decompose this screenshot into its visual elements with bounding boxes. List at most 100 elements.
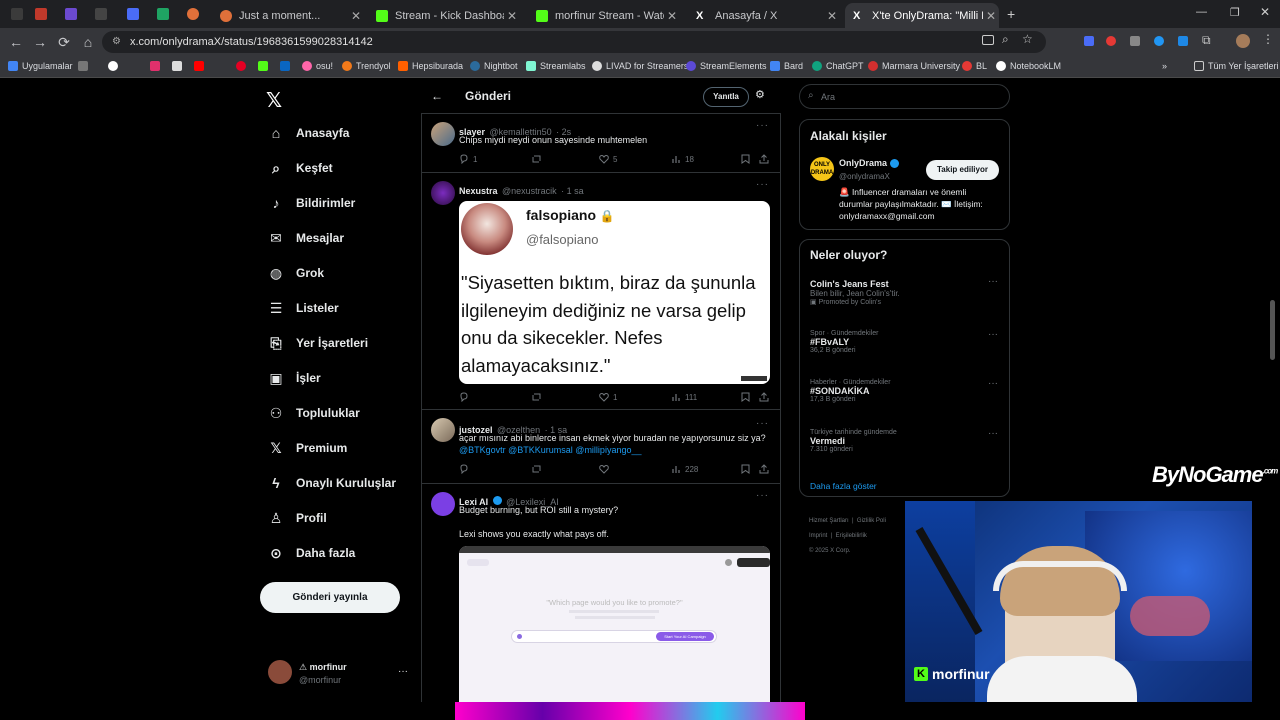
close-window-button[interactable]: ✕ bbox=[1260, 5, 1270, 19]
reply-action[interactable] bbox=[459, 464, 473, 474]
tab-favicon-7[interactable] bbox=[180, 5, 206, 23]
close-icon[interactable]: ✕ bbox=[664, 9, 680, 23]
tweet-time[interactable]: · 1 sa bbox=[561, 186, 584, 196]
bookmark-star-icon[interactable]: ☆ bbox=[1022, 32, 1033, 46]
nav-jobs[interactable]: ▣ İşler bbox=[268, 366, 320, 390]
bookmark-all[interactable]: Tüm Yer İşaretleri bbox=[1194, 61, 1279, 71]
footer-link[interactable]: Imprint bbox=[809, 533, 827, 539]
tab-kick-dashboard[interactable]: Stream - Kick Dashboard✕ bbox=[368, 3, 520, 28]
site-info-icon[interactable]: ⚙ bbox=[112, 31, 121, 53]
back-icon[interactable]: ← bbox=[8, 34, 24, 50]
tab-favicon-3[interactable] bbox=[58, 5, 84, 23]
tab-favicon-6[interactable] bbox=[150, 5, 176, 23]
nav-premium[interactable]: 𝕏 Premium bbox=[268, 436, 347, 460]
user-handle[interactable]: @nexustracik bbox=[502, 186, 557, 196]
x-logo-icon[interactable]: 𝕏 bbox=[266, 88, 282, 113]
more-icon[interactable]: ··· bbox=[756, 418, 769, 429]
bookmark-hepsiburada[interactable]: Hepsiburada bbox=[398, 61, 463, 71]
more-icon[interactable]: ··· bbox=[756, 179, 769, 190]
tweet-nexustra[interactable]: Nexustra @nexustracik · 1 sa ··· falsopi… bbox=[421, 173, 781, 410]
trend-item[interactable]: Haberler · Gündemdekiler #SONDAKİKA 17,3… bbox=[810, 379, 1005, 403]
reply-action[interactable]: 1 bbox=[459, 154, 477, 164]
nav-more[interactable]: ⊙ Daha fazla bbox=[268, 541, 355, 565]
tab-favicon-2[interactable] bbox=[28, 5, 54, 23]
tab-x-status[interactable]: X X'te OnlyDrama: "Milli Piyango✕ bbox=[845, 3, 999, 28]
more-icon[interactable]: ··· bbox=[988, 378, 998, 389]
bookmark-action[interactable] bbox=[741, 464, 754, 474]
quote-image[interactable]: falsopiano 🔒 @falsopiano "Siyasetten bık… bbox=[459, 201, 770, 384]
tab-favicon-5[interactable] bbox=[120, 5, 146, 23]
avatar[interactable] bbox=[431, 418, 455, 442]
footer-link[interactable]: Hizmet Şartları bbox=[809, 518, 849, 524]
following-button[interactable]: Takip ediliyor bbox=[926, 160, 999, 180]
user-name[interactable]: Nexustra bbox=[459, 186, 498, 196]
tab-favicon-4[interactable] bbox=[88, 5, 114, 23]
bookmark-streamlabs[interactable]: Streamlabs bbox=[526, 61, 586, 71]
tab-kick-watch[interactable]: morfinur Stream - Watch Live o✕ bbox=[528, 3, 680, 28]
nav-home[interactable]: ⌂ Anasayfa bbox=[268, 121, 350, 145]
account-menu-icon[interactable]: ··· bbox=[398, 666, 408, 677]
close-icon[interactable]: ✕ bbox=[348, 9, 364, 23]
profile-avatar[interactable] bbox=[1236, 34, 1250, 48]
account-name[interactable]: ⚠ morfinur bbox=[299, 662, 347, 673]
extension-icon[interactable] bbox=[1178, 36, 1188, 46]
nav-communities[interactable]: ⚇ Topluluklar bbox=[268, 401, 360, 425]
views-action[interactable]: 111 bbox=[671, 392, 697, 402]
linkedin-icon[interactable] bbox=[280, 61, 294, 71]
trend-item[interactable]: Colin's Jeans Fest Bilen bilir, Jean Col… bbox=[810, 279, 1005, 306]
back-arrow-icon[interactable]: ← bbox=[431, 89, 443, 103]
like-action[interactable]: 5 bbox=[599, 154, 617, 164]
more-icon[interactable]: ··· bbox=[988, 276, 998, 287]
bookmark-marmara[interactable]: Marmara University bbox=[868, 61, 960, 71]
tweet-lexi-ai[interactable]: Lexi AI @Lexilexi_AI ··· Budget burning,… bbox=[421, 484, 781, 702]
reload-icon[interactable]: ⟳ bbox=[56, 34, 72, 50]
zoom-icon[interactable]: ⌕ bbox=[1002, 32, 1009, 47]
nav-bookmarks[interactable]: ⎘ Yer İşaretleri bbox=[268, 331, 368, 355]
nav-verified-orgs[interactable]: ϟ Onaylı Kuruluşlar bbox=[268, 471, 396, 495]
pinterest-icon[interactable] bbox=[236, 61, 250, 71]
tweet-mentions[interactable]: @BTKgovtr @BTKKurumsal @millipiyango__ bbox=[459, 444, 769, 456]
bookmark-nightbot[interactable]: Nightbot bbox=[470, 61, 518, 71]
more-icon[interactable]: ··· bbox=[756, 490, 769, 501]
youtube-icon[interactable] bbox=[194, 61, 208, 71]
avatar[interactable] bbox=[431, 181, 455, 205]
forward-icon[interactable]: → bbox=[32, 34, 48, 50]
bookmark-notebooklm[interactable]: NotebookLM bbox=[996, 61, 1061, 71]
restore-button[interactable]: ❐ bbox=[1230, 6, 1240, 19]
bookmark-bard[interactable]: Bard bbox=[770, 61, 803, 71]
extension-icon[interactable] bbox=[1130, 36, 1140, 46]
like-action[interactable]: 1 bbox=[599, 392, 617, 402]
nav-explore[interactable]: ⌕ Keşfet bbox=[268, 156, 333, 180]
bookmark-apps[interactable]: Uygulamalar bbox=[8, 61, 73, 71]
bookmark-streamelements[interactable]: StreamElements bbox=[686, 61, 767, 71]
views-action[interactable]: 228 bbox=[671, 464, 698, 474]
bookmarks-overflow-icon[interactable]: » bbox=[1162, 61, 1167, 71]
trend-item[interactable]: Spor · Gündemdekiler #FBvALY 36,2 B gönd… bbox=[810, 330, 1005, 354]
extension-icon[interactable] bbox=[1154, 36, 1164, 46]
bookmark-chatgpt[interactable]: ChatGPT bbox=[812, 61, 864, 71]
reply-button[interactable]: Yanıtla bbox=[703, 87, 749, 107]
onlydrama-avatar[interactable]: ONLY DRAMA bbox=[810, 157, 834, 181]
scrollbar-thumb[interactable] bbox=[1270, 300, 1275, 360]
close-icon[interactable]: ✕ bbox=[824, 9, 840, 23]
bookmark-trendyol[interactable]: Trendyol bbox=[342, 61, 391, 71]
post-button[interactable]: Gönderi yayınla bbox=[260, 582, 400, 613]
more-icon[interactable]: ··· bbox=[988, 428, 998, 439]
tab-just-a-moment[interactable]: Just a moment... ✕ bbox=[212, 3, 364, 28]
tweet-slayer[interactable]: slayer @kemallettin50 · 2s ··· Chips miy… bbox=[421, 114, 781, 173]
related-handle[interactable]: @onlydramaX bbox=[839, 172, 890, 181]
more-icon[interactable]: ··· bbox=[756, 120, 769, 131]
url-input[interactable]: ⚙ x.com/onlydramaX/status/19683615990283… bbox=[102, 31, 1046, 53]
related-name[interactable]: OnlyDrama bbox=[839, 158, 899, 169]
tab-favicon-1[interactable] bbox=[4, 5, 30, 23]
retweet-action[interactable] bbox=[531, 392, 546, 402]
minimize-button[interactable]: — bbox=[1196, 6, 1207, 18]
like-action[interactable] bbox=[599, 464, 613, 474]
menu-icon[interactable]: ⋮ bbox=[1262, 32, 1274, 46]
retweet-action[interactable] bbox=[531, 154, 546, 164]
extension-icon[interactable] bbox=[1084, 36, 1094, 46]
bookmark-osu[interactable]: osu! bbox=[302, 61, 333, 71]
new-tab-button[interactable]: + bbox=[1007, 6, 1015, 22]
nav-grok[interactable]: ◍ Grok bbox=[268, 261, 324, 285]
nav-lists[interactable]: ☰ Listeler bbox=[268, 296, 339, 320]
